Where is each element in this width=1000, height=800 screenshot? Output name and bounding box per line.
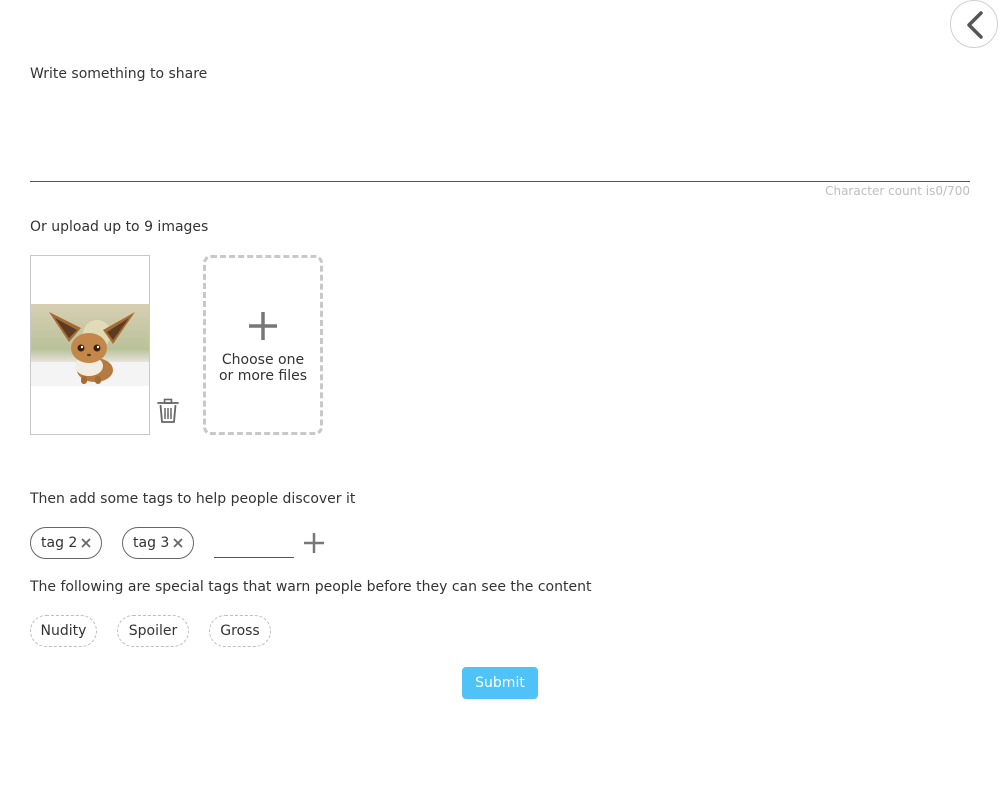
special-tag-spoiler[interactable]: Spoiler bbox=[117, 615, 189, 647]
add-images-label: Choose one or more files bbox=[206, 352, 320, 384]
add-images-button[interactable]: Choose one or more files bbox=[203, 255, 323, 435]
chevron-left-icon bbox=[967, 11, 983, 39]
tag-chip: tag 3 bbox=[122, 527, 194, 559]
tag-input[interactable] bbox=[214, 534, 294, 558]
post-text-label: Write something to share bbox=[30, 66, 208, 82]
plus-icon bbox=[249, 312, 277, 340]
upload-label: Or upload up to 9 images bbox=[30, 219, 209, 235]
tag-label: tag 2 bbox=[41, 535, 78, 551]
char-count-value: 0/700 bbox=[935, 184, 970, 198]
post-text-input[interactable] bbox=[30, 92, 970, 182]
special-tags-label: The following are special tags that warn… bbox=[30, 579, 592, 595]
special-tag-nudity[interactable]: Nudity bbox=[30, 615, 97, 647]
tag-chip: tag 2 bbox=[30, 527, 102, 559]
char-count: Character count is0/700 bbox=[825, 184, 970, 198]
image-thumbnail[interactable] bbox=[30, 255, 150, 435]
back-button[interactable] bbox=[950, 0, 998, 48]
close-icon[interactable] bbox=[80, 537, 92, 549]
tags-label: Then add some tags to help people discov… bbox=[30, 491, 356, 507]
submit-button[interactable]: Submit bbox=[462, 667, 538, 699]
close-icon[interactable] bbox=[172, 537, 184, 549]
tag-label: tag 3 bbox=[133, 535, 170, 551]
special-tag-gross[interactable]: Gross bbox=[209, 615, 271, 647]
add-tag-button[interactable] bbox=[303, 532, 325, 554]
char-count-label: Character count is bbox=[825, 184, 936, 198]
plus-icon bbox=[304, 533, 324, 553]
trash-icon bbox=[157, 398, 179, 423]
eevee-photo bbox=[31, 304, 149, 386]
add-images-label-line2: or more files bbox=[218, 368, 308, 384]
delete-image-button[interactable] bbox=[156, 398, 180, 424]
add-images-label-line1: Choose one bbox=[221, 352, 305, 368]
